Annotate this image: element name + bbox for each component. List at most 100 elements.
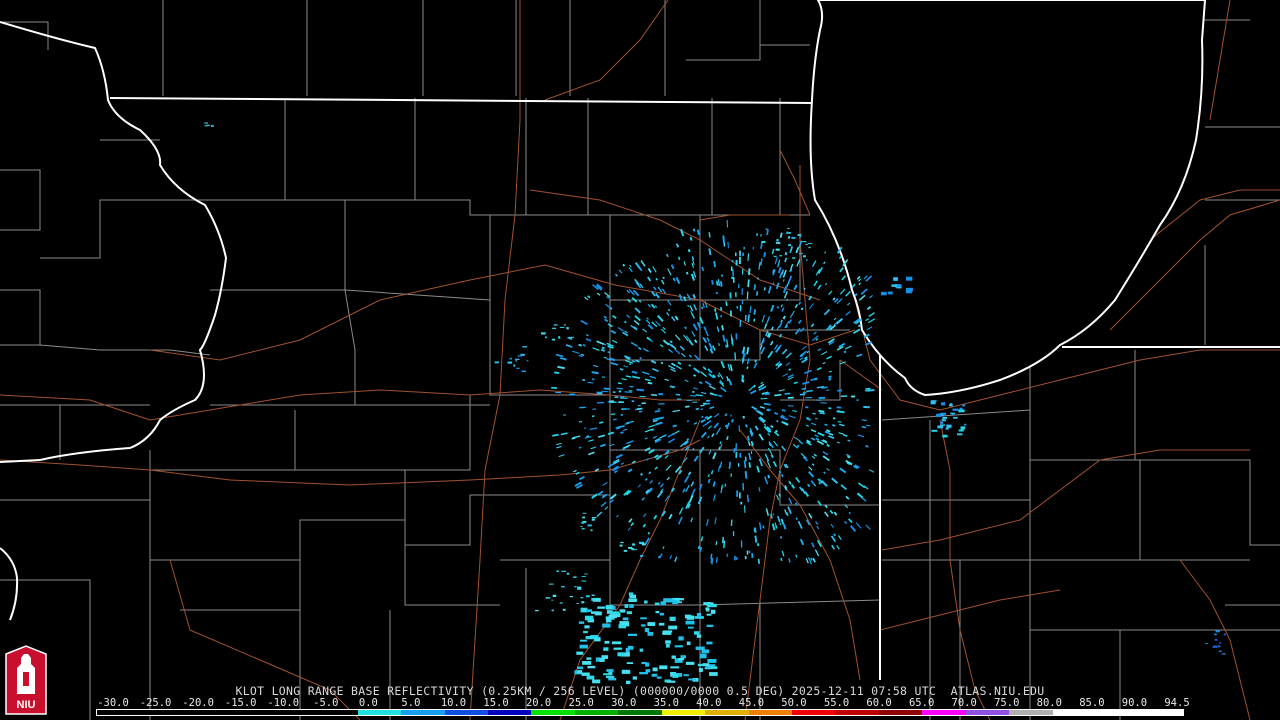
radar-echo <box>699 653 707 659</box>
radar-echo <box>639 357 642 360</box>
colorbar-label: -20.0 <box>182 697 214 709</box>
radar-echo <box>658 622 665 626</box>
colorbar-label: 0.0 <box>358 697 378 709</box>
radar-echo <box>791 236 796 239</box>
radar-echo <box>721 325 724 331</box>
radar-echo <box>647 622 656 626</box>
radar-echo <box>743 460 747 469</box>
radar-echo <box>701 415 704 419</box>
radar-echo <box>805 258 808 262</box>
radar-echo <box>782 315 786 320</box>
radar-echo <box>766 229 769 236</box>
radar-echo <box>846 455 851 459</box>
radar-echo <box>891 284 897 287</box>
radar-echo <box>744 314 747 321</box>
radar-echo <box>960 426 966 430</box>
radar-echo <box>803 255 807 257</box>
radar-echo <box>583 630 588 634</box>
radar-echo <box>551 338 555 341</box>
colorbar-label: 90.0 <box>1121 697 1148 709</box>
radar-echo <box>706 641 713 645</box>
colorbar-label: -10.0 <box>267 697 300 709</box>
radar-echo <box>761 241 766 243</box>
radar-echo <box>787 405 794 407</box>
radar-echo <box>794 502 798 506</box>
radar-echo <box>624 408 630 410</box>
radar-echo <box>762 525 765 529</box>
radar-echo <box>772 282 775 286</box>
radar-echo <box>507 361 513 364</box>
niu-logo: NIU <box>5 645 47 715</box>
colorbar-segment <box>705 710 749 715</box>
radar-echo <box>701 266 705 272</box>
radar-echo <box>637 407 643 410</box>
radar-echo <box>837 420 842 423</box>
radar-echo <box>586 675 595 680</box>
colorbar-segment <box>183 710 228 715</box>
colorbar-label: 10.0 <box>440 697 467 709</box>
radar-echo <box>744 470 748 479</box>
niu-tower-window <box>23 672 29 686</box>
radar-echo <box>1217 645 1221 647</box>
radar-echo <box>774 411 779 415</box>
radar-echo <box>748 462 752 468</box>
colorbar-label: 70.0 <box>951 697 977 709</box>
radar-echo <box>509 357 513 360</box>
radar-echo <box>766 458 770 462</box>
colorbar-label: 80.0 <box>1036 697 1062 709</box>
radar-echo <box>723 540 726 549</box>
radar-echo <box>700 404 705 407</box>
niu-logo-text: NIU <box>17 699 36 711</box>
radar-echo <box>552 327 556 329</box>
radar-echo <box>655 611 660 614</box>
colorbar-label: 55.0 <box>823 697 850 709</box>
radar-echo <box>638 541 643 544</box>
colorbar-segment <box>401 710 445 715</box>
radar-echo <box>562 608 566 611</box>
colorbar-segment <box>965 710 1010 715</box>
radar-echo <box>726 219 729 228</box>
radar-echo <box>801 387 807 390</box>
radar-echo <box>1214 639 1218 641</box>
colorbar-label: 45.0 <box>738 697 765 709</box>
radar-echo <box>721 484 723 490</box>
radar-echo <box>652 667 658 672</box>
radar-echo <box>633 549 637 551</box>
radar-echo <box>578 343 583 347</box>
radar-echo <box>767 408 771 412</box>
colorbar-labels: -30.0 -25.0 -20.0 -15.0 -10.0 -5.0 0.0 5.0 10.0 1… <box>0 697 1280 709</box>
radar-echo <box>548 583 554 585</box>
colorbar-label: 75.0 <box>994 697 1020 709</box>
radar-echo <box>576 603 579 604</box>
radar-echo <box>597 606 606 609</box>
radar-echo <box>587 381 594 384</box>
radar-echo <box>811 463 815 467</box>
radar-echo <box>576 651 584 655</box>
radar-echo <box>861 425 867 429</box>
radar-echo <box>776 419 779 423</box>
radar-echo <box>612 418 617 421</box>
colorbar-segment <box>574 710 619 715</box>
radar-echo <box>772 269 775 274</box>
radar-echo <box>747 253 750 261</box>
radar-echo <box>516 367 520 369</box>
radar-echo <box>551 599 554 601</box>
radar-echo <box>644 628 649 633</box>
radar-echo <box>570 345 573 348</box>
radar-echo <box>667 680 676 683</box>
colorbar-label: 94.5 <box>1164 697 1190 709</box>
radar-echo <box>690 395 696 397</box>
radar-echo <box>741 375 745 382</box>
radar-echo <box>719 441 722 445</box>
radar-echo <box>622 263 626 267</box>
radar-echo <box>613 647 621 650</box>
radar-echo <box>744 456 747 462</box>
radar-echo <box>672 424 676 428</box>
radar-echo <box>574 586 577 588</box>
radar-echo <box>930 400 937 402</box>
radar-echo <box>665 640 671 644</box>
radar-echo <box>958 429 964 432</box>
radar-echo <box>655 277 658 281</box>
radar-echo <box>591 518 595 521</box>
radar-echo <box>619 368 624 371</box>
